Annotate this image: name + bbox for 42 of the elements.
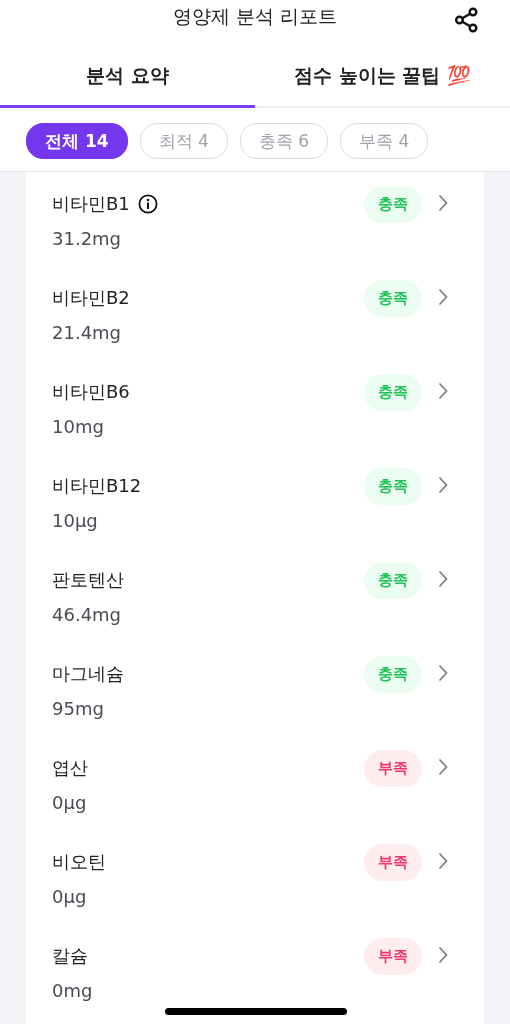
nutrient-amount: 0μg — [52, 792, 88, 813]
nutrient-amount: 31.2mg — [52, 228, 123, 249]
status-badge: 충족 — [364, 468, 422, 505]
chevron-icon[interactable] — [438, 664, 448, 682]
status-badge: 충족 — [364, 374, 422, 411]
status-badge: 부족 — [364, 938, 422, 975]
status-badge: 충족 — [364, 562, 422, 599]
status-badge: 부족 — [364, 844, 422, 881]
status-badge: 충족 — [364, 280, 422, 317]
nutrient-amount: 21.4mg — [52, 322, 123, 343]
chevron-icon[interactable] — [438, 382, 448, 400]
nutrient-name: 판토텐산 — [52, 568, 124, 592]
chevron-icon[interactable] — [438, 758, 448, 776]
share-icon[interactable] — [454, 7, 480, 33]
nutrient-amount: 10μg — [52, 510, 99, 531]
nutrient-name: 비타민B12 — [52, 474, 142, 498]
chevron-icon[interactable] — [438, 288, 448, 306]
nutrient-name: 마그네슘 — [52, 662, 124, 686]
status-badge: 충족 — [364, 656, 422, 693]
nutrient-amount: 0μg — [52, 886, 88, 907]
nutrient-amount: 0mg — [52, 980, 94, 1001]
page-title: 영양제 분석 리포트 — [172, 3, 338, 29]
nutrient-amount: 10mg — [52, 416, 105, 437]
tab[interactable]: 점수 높이는 꿀팁 💯 — [255, 55, 510, 108]
chevron-icon[interactable] — [438, 194, 448, 212]
nutrient-name: 칼슘 — [52, 944, 88, 968]
filter-chip[interactable]: 전체 14 — [26, 123, 128, 159]
status-badge: 충족 — [364, 186, 422, 223]
nutrient-name: 비타민B2 — [52, 286, 130, 310]
chevron-icon[interactable] — [438, 476, 448, 494]
chevron-icon[interactable] — [438, 570, 448, 588]
nutrient-amount: 46.4mg — [52, 604, 123, 625]
nutrient-name: 비타민B6 — [52, 380, 130, 404]
tab[interactable]: 분석 요약 — [0, 55, 255, 108]
info-icon[interactable] — [137, 194, 158, 214]
status-badge: 부족 — [364, 750, 422, 787]
nutrient-amount: 95mg — [52, 698, 105, 719]
nutrient-name: 비오틴 — [52, 850, 106, 874]
nutrient-name: 엽산 — [52, 756, 88, 780]
chevron-icon[interactable] — [438, 946, 448, 964]
nutrient-name: 비타민B1 — [52, 192, 130, 216]
chevron-icon[interactable] — [438, 852, 448, 870]
